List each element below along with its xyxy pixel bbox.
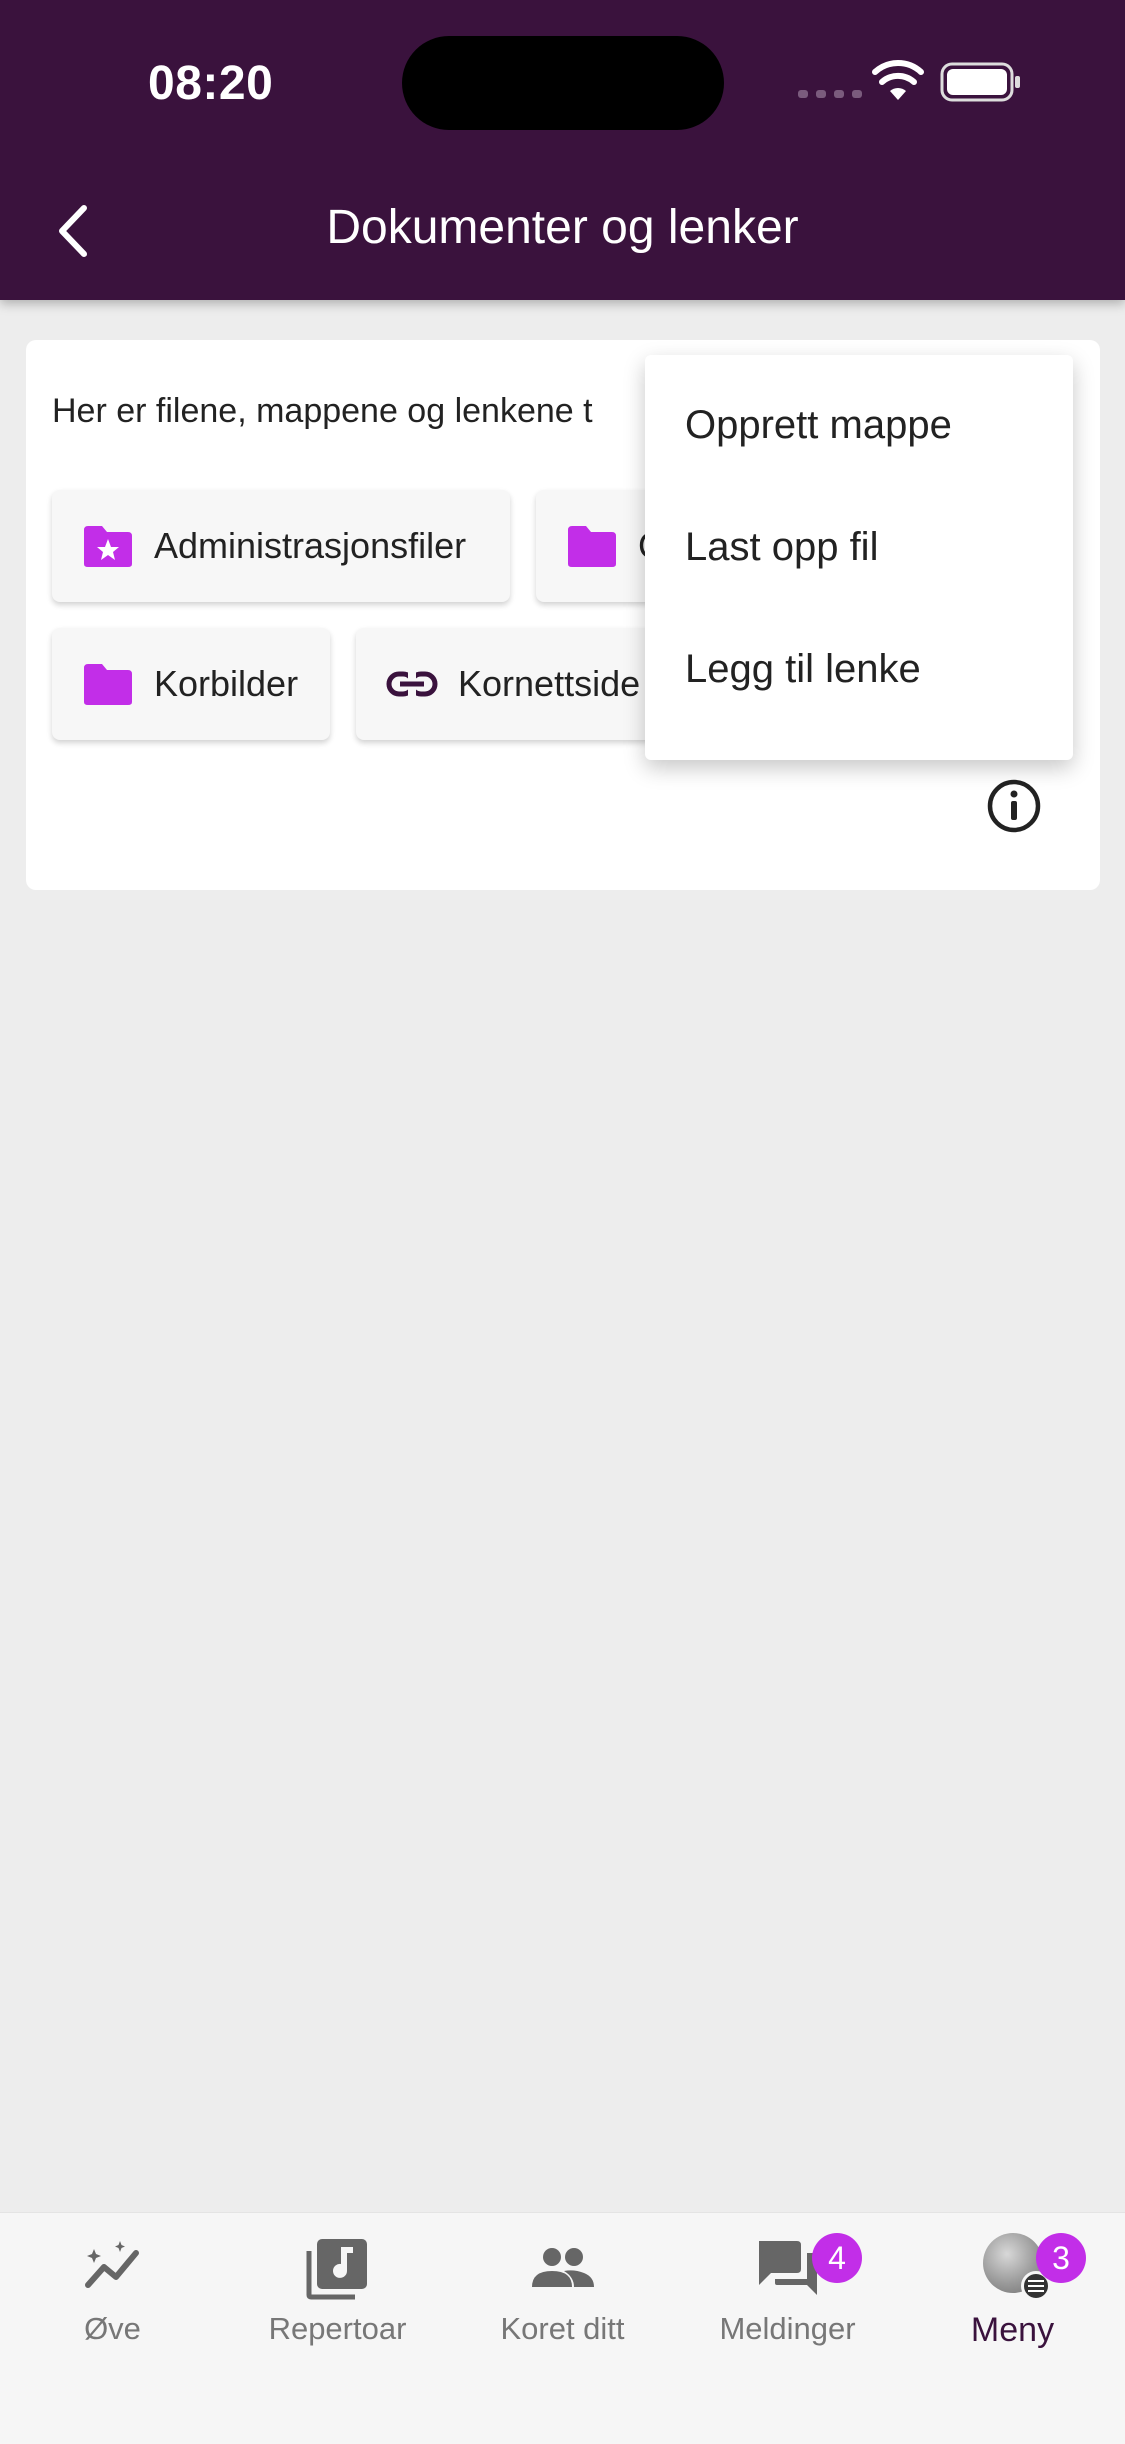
menu-item-add-link[interactable]: Legg til lenke — [645, 635, 1073, 757]
nav-item-repertoar[interactable]: Repertoar — [225, 2233, 450, 2347]
app-header: 08:20 Dokumenter og lenker — [0, 0, 1125, 300]
nav-label: Meldinger — [719, 2311, 856, 2346]
dynamic-island — [402, 36, 724, 130]
intro-text: Her er filene, mappene og lenkene t — [52, 392, 593, 430]
bottom-navigation: Øve Repertoar Koret ditt Meldinger 4 Men… — [0, 2212, 1125, 2444]
folder-chip-administrasjonsfiler[interactable]: Administrasjonsfiler — [52, 490, 510, 602]
messages-badge: 4 — [812, 2233, 862, 2283]
wifi-icon — [872, 60, 924, 100]
chip-label: Kornettside — [458, 663, 641, 704]
link-chip-kornettside[interactable]: Kornettside — [356, 628, 671, 740]
nav-label: Meny — [970, 2311, 1055, 2349]
nav-item-meny[interactable]: Meny — [900, 2233, 1125, 2350]
people-icon — [531, 2248, 594, 2287]
music-library-icon — [306, 2239, 367, 2300]
screen: 08:20 Dokumenter og lenker Her er filene… — [0, 0, 1125, 2444]
practice-icon — [84, 2241, 139, 2288]
avatar — [982, 2233, 1051, 2301]
nav-label: Øve — [84, 2311, 141, 2346]
nav-label: Koret ditt — [500, 2311, 625, 2346]
menu-item-upload-file[interactable]: Last opp fil — [645, 513, 1073, 635]
chip-label: Administrasjonsfiler — [154, 525, 467, 566]
page-title: Dokumenter og lenker — [326, 201, 799, 254]
link-icon — [386, 671, 438, 697]
folder-star-icon — [84, 526, 132, 567]
info-icon[interactable] — [986, 778, 1042, 834]
folder-chip-korbilder[interactable]: Korbilder — [52, 628, 330, 740]
menu-item-create-folder[interactable]: Opprett mappe — [645, 391, 1073, 513]
chip-label: Korbilder — [154, 663, 299, 704]
nav-item-koret-ditt[interactable]: Koret ditt — [450, 2233, 675, 2347]
chat-icon — [758, 2241, 817, 2295]
cellular-signal-icon — [798, 90, 862, 98]
folder-icon — [568, 526, 616, 567]
nav-item-meldinger[interactable]: Meldinger — [675, 2233, 900, 2347]
status-time: 08:20 — [148, 57, 274, 110]
battery-icon — [940, 62, 1020, 102]
nav-label: Repertoar — [268, 2311, 407, 2346]
nav-item-ove[interactable]: Øve — [0, 2233, 225, 2347]
add-content-menu: Opprett mappe Last opp fil Legg til lenk… — [645, 355, 1073, 760]
menu-badge: 3 — [1036, 2233, 1086, 2283]
folder-icon — [84, 664, 132, 705]
